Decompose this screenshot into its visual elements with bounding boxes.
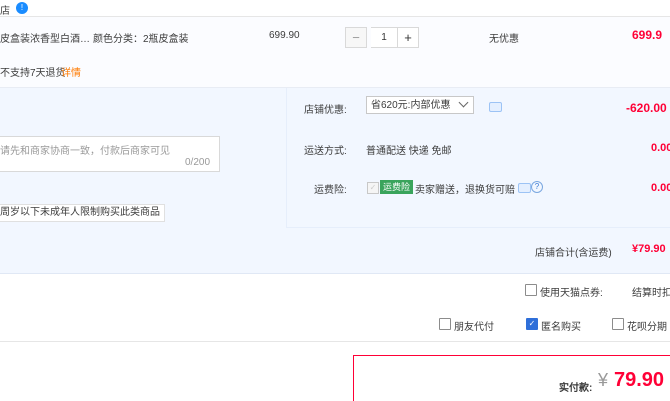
insurance-label: 运费险: xyxy=(314,185,347,196)
coupon-chat-icon[interactable] xyxy=(489,102,502,112)
shop-header xyxy=(0,0,670,17)
huabei-installment-checkbox[interactable] xyxy=(612,318,624,330)
shipping-amount: 0.00 xyxy=(651,142,670,154)
insurance-chat-icon[interactable] xyxy=(518,183,531,193)
shipping-method: 普通配送 快递 免邮 xyxy=(366,146,452,157)
payment-currency: ¥ xyxy=(598,370,609,390)
payment-amount: 79.90 xyxy=(614,369,665,391)
tmall-points-label: 使用天猫点券: xyxy=(540,288,603,299)
friend-pay-label: 朋友代付 xyxy=(454,322,494,333)
coupon-amount: -620.00 xyxy=(626,101,667,115)
panel-divider xyxy=(286,88,287,241)
insurance-badge: 运费险 xyxy=(380,180,414,194)
help-icon[interactable]: ? xyxy=(531,181,543,193)
coupon-label: 店铺优惠: xyxy=(304,105,347,116)
item-price: 699.90 xyxy=(269,30,300,41)
item-discount: 无优惠 xyxy=(489,34,519,45)
shop-name[interactable]: 店 xyxy=(0,2,10,17)
coupon-select[interactable]: 省620元:内部优惠 xyxy=(366,96,474,114)
divider xyxy=(287,227,670,228)
shop-subtotal-label: 店铺合计(含运费) xyxy=(535,248,612,259)
return-details-link[interactable]: 详情 xyxy=(61,64,81,79)
wangwang-chat-icon[interactable]: ! xyxy=(16,2,28,14)
item-total: 699.9 xyxy=(632,28,663,42)
order-item-row xyxy=(0,17,670,88)
tmall-points-checkbox[interactable] xyxy=(525,284,537,296)
shipping-label: 运送方式: xyxy=(304,146,347,157)
item-title[interactable]: 皮盒装浓香型白酒… xyxy=(0,30,90,45)
buyer-message-placeholder: 请先和商家协商一致，付款后商家可见 xyxy=(0,146,170,157)
huabei-installment-label: 花呗分期 xyxy=(627,322,667,333)
decrease-quantity-button[interactable]: − xyxy=(345,27,367,48)
anonymous-purchase-label: 匿名购买 xyxy=(541,322,581,333)
settle-note: 结算时扣 xyxy=(632,288,670,299)
quantity-input[interactable]: 1 xyxy=(371,27,397,48)
quantity-stepper: − 1 + xyxy=(345,27,419,48)
age-restriction-note: 周岁以下未成年人限制购买此类商品 xyxy=(0,204,165,222)
increase-quantity-button[interactable]: + xyxy=(397,27,419,48)
insurance-checkbox: ✓ xyxy=(367,182,379,194)
insurance-amount: 0.00 xyxy=(651,182,670,194)
shop-subtotal-amount: ¥79.90 xyxy=(632,243,666,255)
divider xyxy=(0,341,670,342)
item-sku: 颜色分类：2瓶皮盒装 xyxy=(93,34,189,45)
return-policy-note: 不支持7天退货 xyxy=(0,68,66,79)
payment-label: 实付款: xyxy=(559,383,593,394)
message-char-count: 0/200 xyxy=(185,157,211,168)
insurance-description: 卖家赠送，退换货可赔 xyxy=(415,185,515,196)
anonymous-purchase-checkbox[interactable]: ✓ xyxy=(526,318,538,330)
friend-pay-checkbox[interactable] xyxy=(439,318,451,330)
